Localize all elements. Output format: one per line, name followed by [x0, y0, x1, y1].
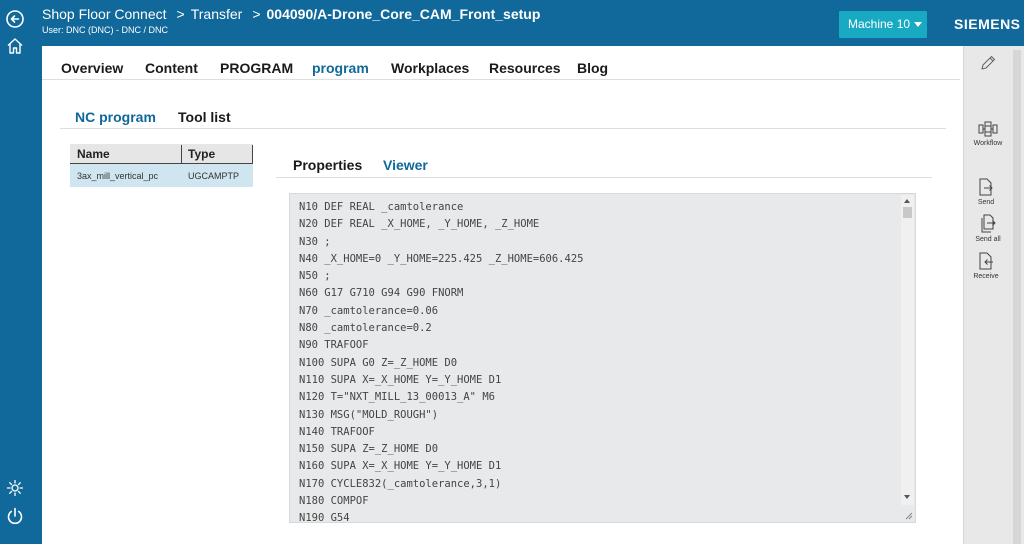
tab-blog[interactable]: Blog	[577, 60, 608, 76]
send-button[interactable]: Send	[966, 177, 1006, 206]
tab-program-upper[interactable]: PROGRAM	[220, 60, 293, 76]
code-line: N80 _camtolerance=0.2	[299, 322, 432, 335]
code-line: N160 SUPA X=_X_HOME Y=_Y_HOME D1	[299, 460, 502, 473]
breadcrumb-separator: >	[252, 6, 261, 22]
page-scrollbar[interactable]	[1013, 50, 1021, 544]
workflow-button[interactable]: Workflow	[968, 120, 1008, 147]
send-all-label: Send all	[975, 236, 1001, 243]
code-line: N150 SUPA Z=_Z_HOME D0	[299, 443, 439, 456]
viewer-tabs: Properties Viewer	[276, 150, 932, 178]
code-line: N120 T="NXT_MILL_13_00013_A" M6	[299, 391, 495, 404]
breadcrumb-separator: >	[176, 6, 185, 22]
main-tabs: Overview Content PROGRAM program Workpla…	[42, 56, 960, 80]
code-lines: N10 DEF REAL _camtolerance N20 DEF REAL _…	[299, 199, 584, 523]
column-header-name[interactable]: Name	[77, 147, 110, 161]
workflow-icon	[978, 121, 998, 137]
scroll-up-icon[interactable]	[904, 199, 910, 203]
code-line: N170 CYCLE832(_camtolerance,3,1)	[299, 477, 502, 490]
pencil-icon[interactable]	[968, 54, 1008, 74]
send-all-button[interactable]: Send all	[968, 214, 1008, 243]
left-sidebar	[0, 0, 42, 544]
app-header: Shop Floor Connect > Transfer >004090/A-Dro…	[42, 0, 1024, 46]
column-divider[interactable]	[181, 145, 182, 163]
table-header: Name Type	[70, 144, 253, 164]
code-line: N40 _X_HOME=0 _Y_HOME=225.425 _Z_HOME=60…	[299, 252, 584, 265]
code-line: N110 SUPA X=_X_HOME Y=_Y_HOME D1	[299, 373, 502, 386]
tab-workplaces[interactable]: Workplaces	[391, 60, 469, 76]
scroll-down-icon[interactable]	[904, 495, 910, 499]
code-line: N50 ;	[299, 270, 331, 283]
tab-tool-list[interactable]: Tool list	[178, 109, 231, 125]
send-label: Send	[977, 199, 995, 206]
receive-label: Receive	[973, 273, 999, 280]
row-name-cell: 3ax_mill_vertical_pc	[77, 171, 159, 181]
breadcrumb-app-name[interactable]: Shop Floor Connect	[42, 6, 167, 22]
column-header-type[interactable]: Type	[188, 147, 215, 161]
scrollbar-thumb[interactable]	[903, 207, 912, 218]
table-row[interactable]: 3ax_mill_vertical_pc UGCAMPTP	[70, 164, 253, 187]
power-icon[interactable]	[5, 506, 25, 526]
tab-viewer[interactable]: Viewer	[383, 157, 428, 173]
code-line: N70 _camtolerance=0.06	[299, 304, 439, 317]
code-line: N180 COMPOF	[299, 495, 369, 508]
receive-icon	[979, 252, 993, 270]
brand-logo: SIEMENS	[954, 16, 1021, 32]
sub-tabs: NC program Tool list	[60, 104, 946, 129]
code-line: N130 MSG("MOLD_ROUGH")	[299, 408, 439, 421]
caret-down-icon	[914, 22, 923, 28]
code-line: N140 TRAFOOF	[299, 425, 375, 438]
home-icon[interactable]	[5, 36, 25, 56]
workflow-label: Workflow	[973, 140, 1003, 147]
code-line: N30 ;	[299, 235, 331, 248]
tab-resources[interactable]: Resources	[489, 60, 561, 76]
code-line: N100 SUPA G0 Z=_Z_HOME D0	[299, 356, 458, 369]
code-line: N20 DEF REAL _X_HOME, _Y_HOME, _Z_HOME	[299, 218, 540, 231]
receive-button[interactable]: Receive	[966, 251, 1006, 280]
nc-code-viewer[interactable]: N10 DEF REAL _camtolerance N20 DEF REAL _…	[289, 193, 916, 523]
program-table: Name Type 3ax_mill_vertical_pc UGCAMPTP	[70, 144, 253, 187]
tab-program[interactable]: program	[312, 60, 369, 76]
machine-select-label: Machine 10	[848, 17, 911, 31]
send-icon	[979, 178, 993, 196]
user-info: User: DNC (DNC) - DNC / DNC	[42, 25, 168, 35]
tab-overview[interactable]: Overview	[61, 60, 123, 76]
send-all-icon	[981, 214, 996, 233]
breadcrumb: Shop Floor Connect > Transfer >004090/A-Dro…	[42, 6, 540, 22]
breadcrumb-current-item: 004090/A-Drone_Core_CAM_Front_setup	[266, 6, 541, 22]
resize-handle-icon[interactable]	[904, 511, 913, 520]
viewer-scrollbar[interactable]	[901, 195, 914, 505]
code-line: N190 G54	[299, 512, 350, 523]
settings-gear-icon[interactable]	[5, 478, 25, 498]
tab-properties[interactable]: Properties	[293, 157, 362, 173]
column-divider[interactable]	[252, 145, 253, 163]
back-arrow-icon[interactable]	[5, 9, 25, 29]
breadcrumb-transfer[interactable]: Transfer	[191, 6, 243, 22]
tab-content[interactable]: Content	[145, 60, 198, 76]
code-line: N60 G17 G710 G94 G90 FNORM	[299, 287, 464, 300]
code-line: N90 TRAFOOF	[299, 339, 369, 352]
tab-nc-program[interactable]: NC program	[75, 109, 156, 125]
row-type-cell: UGCAMPTP	[188, 171, 240, 181]
machine-select-button[interactable]: Machine 10	[839, 11, 927, 38]
code-line: N10 DEF REAL _camtolerance	[299, 201, 464, 213]
